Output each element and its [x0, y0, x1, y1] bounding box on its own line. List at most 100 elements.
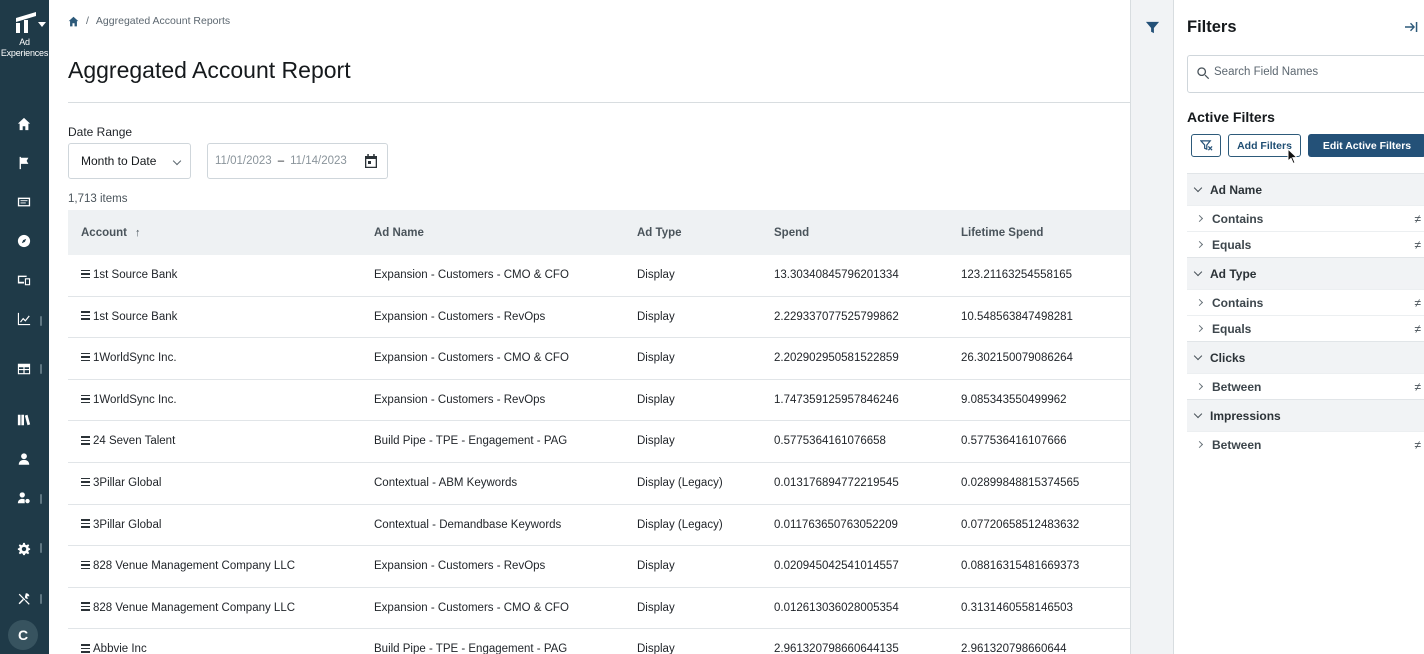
cell-ad-name: Contextual - Demandbase Keywords: [374, 518, 562, 531]
nav-account[interactable]: [13, 230, 35, 252]
date-preset-select[interactable]: Month to Date: [68, 143, 191, 179]
cell-account: Abbvie Inc: [81, 643, 147, 654]
nav-divider-indicator: [40, 316, 42, 326]
breadcrumb: / Aggregated Account Reports: [68, 15, 230, 27]
nav-campaigns[interactable]: [13, 152, 35, 174]
not-equal-toggle-icon[interactable]: ≠: [1414, 322, 1421, 336]
column-header-account[interactable]: Account ↑: [81, 227, 141, 239]
cell-ad-type: Display: [637, 352, 675, 365]
calendar-icon[interactable]: [363, 153, 379, 169]
filter-condition-item[interactable]: Between ≠: [1187, 373, 1424, 399]
nav-tools[interactable]: [13, 588, 35, 610]
chevron-right-icon: [1195, 382, 1204, 391]
not-equal-toggle-icon[interactable]: ≠: [1414, 296, 1421, 310]
filter-funnel-icon[interactable]: [1145, 20, 1160, 35]
chevron-down-icon: [1193, 409, 1203, 418]
filter-group-header[interactable]: Impressions: [1187, 399, 1424, 431]
clear-filters-button[interactable]: [1191, 134, 1221, 157]
cell-account: 1WorldSync Inc.: [81, 352, 177, 364]
search-field-names-input[interactable]: [1214, 66, 1414, 78]
cell-spend: 13.30340845796201334: [774, 269, 899, 281]
drag-handle-icon[interactable]: [81, 434, 90, 445]
drag-handle-icon[interactable]: [81, 393, 90, 403]
drag-handle-icon[interactable]: [81, 642, 90, 653]
nav-manage[interactable]: [13, 487, 35, 509]
table-row[interactable]: 828 Venue Management Company LLC Expansio…: [68, 546, 1130, 588]
filter-clear-icon: [1199, 140, 1212, 151]
drag-handle-icon[interactable]: [81, 600, 90, 611]
filter-condition-item[interactable]: Contains ≠: [1187, 289, 1424, 315]
person-icon: [18, 453, 30, 465]
filter-group-header[interactable]: Clicks: [1187, 341, 1424, 373]
nav-settings[interactable]: [13, 538, 35, 560]
drag-handle-icon[interactable]: [81, 351, 90, 362]
table-row[interactable]: Abbvie Inc Build Pipe - TPE - Engagement …: [68, 629, 1130, 654]
filter-condition-item[interactable]: Contains ≠: [1187, 205, 1424, 231]
cell-account: 1st Source Bank: [81, 269, 177, 281]
nav-ads[interactable]: [13, 191, 35, 213]
cell-account-text: 828 Venue Management Company LLC: [93, 601, 296, 614]
filter-group-header[interactable]: Ad Type: [1187, 257, 1424, 289]
end-date-field[interactable]: 11/14/2023: [290, 155, 347, 167]
filter-condition-item[interactable]: Equals ≠: [1187, 315, 1424, 341]
not-equal-toggle-icon[interactable]: ≠: [1414, 212, 1421, 226]
column-header-lifetime-spend[interactable]: Lifetime Spend: [961, 227, 1043, 239]
cell-ad-name: Expansion - Customers - CMO & CFO: [374, 352, 569, 365]
not-equal-toggle-icon[interactable]: ≠: [1414, 238, 1421, 252]
cell-ad-type: Display: [637, 435, 675, 448]
cell-account-text: 3Pillar Global: [93, 518, 162, 531]
table-row[interactable]: 24 Seven Talent Build Pipe - TPE - Engage…: [68, 421, 1130, 463]
cell-spend: 1.747359125957846246: [774, 393, 899, 406]
table-row[interactable]: 1st Source Bank Expansion - Customers - R…: [68, 297, 1130, 339]
date-range-picker[interactable]: 11/01/2023 – 11/14/2023: [207, 143, 388, 179]
cell-ad-type: Display: [637, 393, 675, 406]
table-row[interactable]: 3Pillar Global Contextual - Demandbase Ke…: [68, 505, 1130, 547]
brand-switcher[interactable]: Ad Experiences: [0, 10, 49, 59]
table-row[interactable]: 3Pillar Global Contextual - ABM Keywords D…: [68, 463, 1130, 505]
drag-handle-icon[interactable]: [81, 559, 90, 570]
home-icon: [17, 117, 31, 131]
filter-condition-item[interactable]: Between ≠: [1187, 431, 1424, 457]
filter-condition-label: Contains: [1212, 211, 1264, 226]
table-row[interactable]: 1st Source Bank Expansion - Customers - C…: [68, 255, 1130, 297]
collapse-panel-icon[interactable]: [1404, 20, 1418, 34]
drag-handle-icon[interactable]: [81, 309, 90, 320]
table-header: Account ↑ Ad Name Ad Type Spend Lifetime …: [68, 210, 1130, 255]
not-equal-toggle-icon[interactable]: ≠: [1414, 438, 1421, 452]
cell-lifetime-spend: 26.302150079086264: [961, 352, 1073, 365]
nav-audience[interactable]: [13, 448, 35, 470]
column-header-ad-name[interactable]: Ad Name: [374, 227, 424, 239]
column-header-ad-type[interactable]: Ad Type: [637, 227, 682, 239]
nav-analytics[interactable]: [13, 308, 35, 330]
drag-handle-icon[interactable]: [81, 268, 90, 279]
not-equal-toggle-icon[interactable]: ≠: [1414, 380, 1421, 394]
filter-group-header[interactable]: Ad Name: [1187, 173, 1424, 205]
table-row[interactable]: 1WorldSync Inc. Expansion - Customers - R…: [68, 380, 1130, 422]
start-date-field[interactable]: 11/01/2023: [215, 155, 272, 167]
cell-lifetime-spend: 0.02899848815374565: [961, 476, 1080, 489]
home-icon[interactable]: [68, 16, 79, 27]
sort-ascending-icon[interactable]: ↑: [135, 227, 141, 239]
cell-lifetime-spend: 123.21163254558165: [961, 269, 1073, 281]
filter-group-label: Ad Type: [1210, 266, 1257, 281]
cell-account-text: Abbvie Inc: [93, 643, 147, 654]
cell-account-text: 828 Venue Management Company LLC: [93, 560, 296, 573]
column-header-spend[interactable]: Spend: [774, 227, 809, 239]
chevron-right-icon: [1195, 440, 1204, 449]
drag-handle-icon[interactable]: [81, 476, 90, 487]
edit-active-filters-button[interactable]: Edit Active Filters: [1308, 134, 1424, 157]
nav-devices[interactable]: [13, 269, 35, 291]
user-avatar[interactable]: C: [8, 620, 38, 650]
filter-condition-item[interactable]: Equals ≠: [1187, 231, 1424, 257]
table-row[interactable]: 1WorldSync Inc. Expansion - Customers - C…: [68, 338, 1130, 380]
date-preset-value: Month to Date: [81, 154, 157, 168]
cell-spend: 2.229337077525799862: [774, 310, 899, 323]
nav-library[interactable]: [13, 409, 35, 431]
chevron-down-icon: [1193, 351, 1203, 360]
cell-account: 1st Source Bank: [81, 311, 177, 323]
drag-handle-icon[interactable]: [81, 517, 90, 528]
nav-reports[interactable]: [13, 358, 35, 380]
nav-home[interactable]: [13, 113, 35, 135]
table-row[interactable]: 828 Venue Management Company LLC Expansio…: [68, 588, 1130, 630]
filter-group-label: Ad Name: [1210, 182, 1263, 197]
